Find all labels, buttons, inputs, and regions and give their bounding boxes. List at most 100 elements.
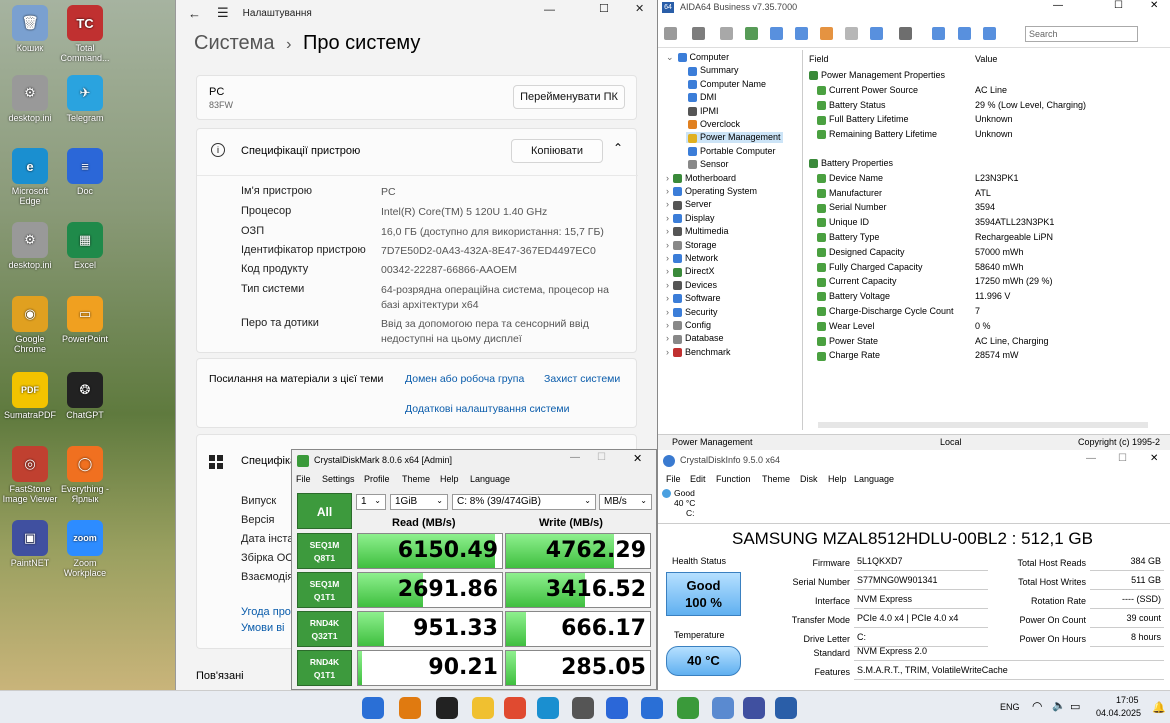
cdi-menu-item[interactable]: Function (716, 474, 751, 484)
desktop-icon[interactable]: ◯ Everything - Ярлык (55, 446, 115, 504)
tree-item[interactable]: Power Management (686, 132, 783, 143)
cdi-menu-item[interactable]: Disk (800, 474, 818, 484)
desktop-icon[interactable]: 🗑 Кошик (0, 5, 60, 53)
chevron-up-icon[interactable]: ⌃ (613, 141, 623, 155)
cdm-close-button[interactable]: ✕ (633, 452, 642, 465)
word-icon[interactable] (606, 697, 628, 719)
clock-date[interactable]: 04.04.2025 (1096, 708, 1141, 718)
expand-chevron-icon[interactable]: › (666, 320, 669, 330)
field-name[interactable]: Unique ID (817, 217, 869, 228)
tree-item[interactable]: Sensor (686, 159, 731, 170)
toolbar-button-icon[interactable] (958, 27, 971, 40)
tree-item[interactable]: › Config (664, 320, 713, 331)
tree-item[interactable]: Summary (686, 65, 741, 76)
cdi-menu-item[interactable]: Language (854, 474, 894, 484)
tree-item[interactable]: › Software (664, 293, 723, 304)
maximize-button[interactable]: ☐ (599, 2, 609, 15)
field-name[interactable]: Serial Number (817, 202, 887, 213)
tree-item[interactable]: › Multimedia (664, 226, 731, 237)
value-column-header[interactable]: Value (975, 54, 997, 64)
tree-item[interactable]: Overclock (686, 119, 742, 130)
tree-item[interactable]: ⌄ Computer (664, 52, 731, 63)
wifi-icon[interactable]: ◠ (1032, 699, 1042, 713)
toolbar-button-icon[interactable] (932, 27, 945, 40)
tree-item[interactable]: IPMI (686, 106, 721, 116)
toolbar-button-icon[interactable] (720, 27, 733, 40)
field-name[interactable]: Device Name (817, 173, 883, 183)
tree-item[interactable]: DMI (686, 92, 719, 103)
cdm-test-button[interactable]: RND4K Q32T1 (297, 611, 352, 647)
desktop-icon[interactable]: ▭ PowerPoint (55, 296, 115, 344)
tree-item[interactable]: Computer Name (686, 79, 768, 89)
expand-chevron-icon[interactable]: › (666, 199, 669, 209)
cdi-menu-item[interactable]: Theme (762, 474, 790, 484)
tree-item[interactable]: › Security (664, 307, 720, 317)
desktop-icon[interactable]: ◉ Google Chrome (0, 296, 60, 354)
field-name[interactable]: Remaining Battery Lifetime (817, 129, 937, 140)
field-name[interactable]: Wear Level (817, 321, 874, 331)
desktop-icon[interactable]: TC Total Command... (55, 5, 115, 63)
expand-chevron-icon[interactable]: › (666, 347, 669, 357)
tree-item[interactable]: Portable Computer (686, 146, 778, 156)
field-name[interactable]: Current Power Source (817, 85, 918, 95)
expand-chevron-icon[interactable]: › (666, 213, 669, 223)
tree-item[interactable]: › Server (664, 199, 714, 210)
advanced-settings-link[interactable]: Додаткові налаштування системи (405, 403, 569, 415)
field-name[interactable]: Designed Capacity (817, 247, 905, 257)
expand-chevron-icon[interactable]: › (666, 293, 669, 303)
edge-icon[interactable] (537, 697, 559, 719)
speaker-icon[interactable]: 🔈 (1052, 699, 1066, 712)
start-icon[interactable] (362, 697, 384, 719)
cdi-menu-item[interactable]: Edit (690, 474, 706, 484)
desktop-icon[interactable]: ◎ FastStone Image Viewer (0, 446, 60, 504)
cdm-count-select[interactable]: 1 ⌄ (356, 494, 386, 510)
aida-close-button[interactable]: ✕ (1150, 0, 1158, 11)
tree-item[interactable]: › DirectX (664, 266, 717, 277)
expand-chevron-icon[interactable]: › (666, 240, 669, 250)
store-icon[interactable] (572, 697, 594, 719)
field-column-header[interactable]: Field (809, 54, 829, 64)
aida-taskbar-icon[interactable] (775, 697, 797, 719)
toolbar-button-icon[interactable] (899, 27, 912, 40)
cdm-all-button[interactable]: All (297, 493, 352, 529)
tree-item[interactable]: › Storage (664, 240, 719, 250)
copy-button[interactable]: Копіювати (511, 139, 603, 163)
cdm-menu-item[interactable]: Profile (364, 474, 390, 484)
domain-link[interactable]: Домен або робоча група (405, 373, 524, 385)
desktop-icon[interactable]: ⚙ desktop.ini (0, 222, 60, 270)
chrome-icon[interactable] (504, 697, 526, 719)
field-name[interactable]: Fully Charged Capacity (817, 262, 923, 272)
cdi-minimize-button[interactable]: — (1086, 453, 1096, 464)
field-name[interactable]: Full Battery Lifetime (817, 114, 909, 125)
notification-bell-icon[interactable]: 🔔 (1152, 701, 1166, 714)
cdm-drive-select[interactable]: C: 8% (39/474GiB) ⌄ (452, 494, 596, 510)
close-button[interactable]: ✕ (635, 2, 644, 15)
desktop-icon[interactable]: ❂ ChatGPT (55, 372, 115, 420)
aida-minimize-button[interactable]: — (1053, 0, 1063, 11)
cdm-menu-item[interactable]: Language (470, 474, 510, 484)
cdm-taskbar-icon[interactable] (677, 697, 699, 719)
cdm-test-button[interactable]: SEQ1M Q1T1 (297, 572, 352, 608)
cdm-size-select[interactable]: 1GiB ⌄ (390, 494, 448, 510)
breadcrumb-parent[interactable]: Система (194, 32, 275, 54)
cdi-health-badge[interactable]: Good 100 % (666, 572, 741, 616)
toolbar-button-icon[interactable] (983, 27, 996, 40)
cdm-maximize-button[interactable]: ☐ (597, 452, 606, 463)
clock-time[interactable]: 17:05 (1116, 695, 1139, 705)
aida-search-input[interactable]: Search (1025, 26, 1138, 42)
search-icon[interactable] (399, 697, 421, 719)
cdm-menu-item[interactable]: Theme (402, 474, 430, 484)
expand-chevron-icon[interactable]: › (666, 253, 669, 263)
expand-chevron-icon[interactable]: › (666, 173, 669, 183)
desktop-icon[interactable]: PDF SumatraPDF (0, 372, 60, 420)
tree-item[interactable]: › Database (664, 333, 726, 344)
cdm-minimize-button[interactable]: — (570, 452, 580, 463)
file-explorer-icon[interactable] (472, 697, 494, 719)
aida-maximize-button[interactable]: ☐ (1114, 0, 1123, 11)
chatgpt-icon[interactable] (436, 697, 458, 719)
toolbar-button-icon[interactable] (692, 27, 705, 40)
field-name[interactable]: Power State (817, 336, 878, 346)
field-name[interactable]: Manufacturer (817, 188, 882, 198)
battery-icon[interactable]: ▭ (1070, 700, 1080, 713)
tree-item[interactable]: › Display (664, 213, 717, 223)
